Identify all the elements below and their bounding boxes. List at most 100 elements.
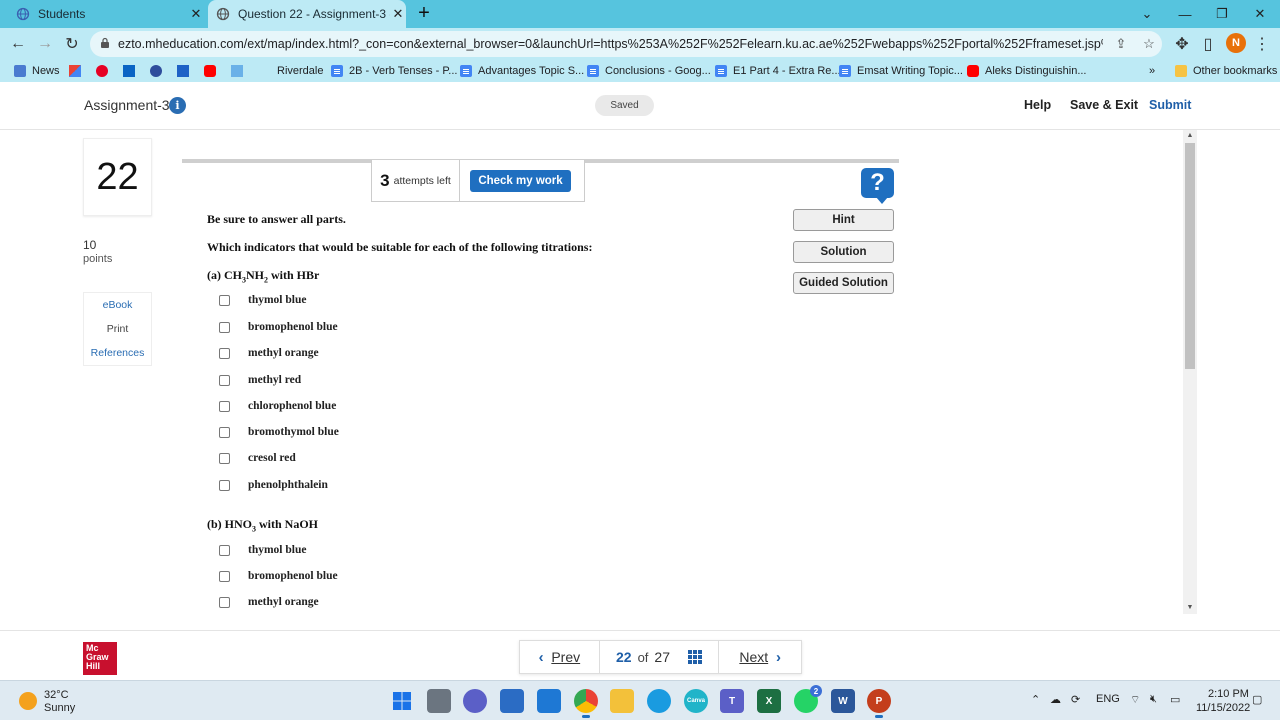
bookmark-office[interactable] [177, 63, 195, 79]
bookmark-verb-tenses[interactable]: 2B - Verb Tenses - P... [331, 63, 457, 79]
bookmark-conclusions[interactable]: Conclusions - Goog... [587, 63, 711, 79]
clock-date[interactable]: 11/15/2022 [1196, 702, 1250, 714]
checkbox[interactable] [219, 321, 230, 333]
option-a-thymol-blue[interactable]: thymol blue [219, 292, 306, 308]
checkbox[interactable] [219, 400, 230, 412]
bookmark-e1-part4[interactable]: E1 Part 4 - Extra Re... [715, 63, 841, 79]
check-my-work-button[interactable]: Check my work [470, 170, 571, 192]
references-link[interactable]: References [84, 341, 151, 365]
sun-icon[interactable] [19, 692, 37, 710]
checkbox[interactable] [219, 596, 230, 608]
chrome-icon[interactable] [574, 689, 598, 718]
window-close-icon[interactable]: ✕ [1250, 4, 1270, 24]
sync-icon[interactable]: ⟳ [1071, 693, 1080, 706]
scroll-up-arrow-icon[interactable]: ▲ [1183, 130, 1197, 142]
forward-arrow-icon[interactable]: → [35, 34, 55, 54]
bookmark-emsat[interactable]: Emsat Writing Topic... [839, 63, 963, 79]
next-button[interactable]: Next › [719, 641, 801, 673]
option-a-chlorophenol-blue[interactable]: chlorophenol blue [219, 398, 336, 414]
print-link[interactable]: Print [84, 317, 151, 341]
chat-icon[interactable] [463, 689, 487, 713]
edge-icon[interactable] [647, 689, 671, 713]
grid-icon[interactable] [688, 650, 702, 664]
clock-time[interactable]: 2:10 PM [1208, 688, 1249, 700]
extensions-puzzle-icon[interactable]: ✥ [1172, 34, 1192, 54]
bookmark-news[interactable]: News [14, 63, 60, 79]
windows-start-icon[interactable] [390, 689, 414, 713]
close-icon[interactable]: ✕ [188, 6, 204, 22]
tab-search-chevron-icon[interactable]: ⌄ [1137, 4, 1157, 24]
info-icon[interactable]: i [169, 97, 186, 114]
scroll-down-arrow-icon[interactable]: ▼ [1183, 602, 1197, 614]
help-link[interactable]: Help [1024, 98, 1051, 112]
guided-solution-button[interactable]: Guided Solution [793, 272, 894, 294]
option-a-methyl-red[interactable]: methyl red [219, 372, 301, 388]
bookmark-star-icon[interactable]: ☆ [1140, 35, 1158, 53]
canva-icon[interactable]: Canva [684, 689, 708, 713]
wifi-icon[interactable]: ⌔ [1130, 693, 1140, 707]
solution-button[interactable]: Solution [793, 241, 894, 263]
checkbox[interactable] [219, 426, 230, 438]
option-a-phenolphthalein[interactable]: phenolphthalein [219, 477, 328, 493]
share-icon[interactable]: ⇪ [1112, 35, 1130, 53]
tab-students[interactable]: Students ✕ [16, 0, 204, 28]
teams-icon[interactable]: T [720, 689, 744, 713]
task-view-icon[interactable] [427, 689, 451, 713]
checkbox[interactable] [219, 347, 230, 359]
bookmark-aleks[interactable]: Aleks Distinguishin... [967, 63, 1087, 79]
tray-chevron-up-icon[interactable]: ⌃ [1031, 693, 1040, 706]
close-icon[interactable]: ✕ [390, 6, 406, 22]
option-b-methyl-orange[interactable]: methyl orange [219, 594, 319, 610]
bookmark-youtube[interactable] [204, 63, 222, 79]
checkbox[interactable] [219, 374, 230, 386]
checkbox[interactable] [219, 544, 230, 556]
checkbox[interactable] [219, 570, 230, 582]
submit-link[interactable]: Submit [1149, 98, 1191, 112]
battery-icon[interactable]: ▭ [1170, 693, 1180, 706]
back-arrow-icon[interactable]: ← [8, 34, 28, 54]
option-b-bromophenol-blue[interactable]: bromophenol blue [219, 568, 338, 584]
onedrive-icon[interactable]: ☁ [1050, 693, 1061, 706]
minimize-icon[interactable]: — [1175, 4, 1195, 24]
option-a-bromophenol-blue[interactable]: bromophenol blue [219, 319, 338, 335]
option-a-bromothymol-blue[interactable]: bromothymol blue [219, 424, 339, 440]
notification-icon[interactable]: ▢ [1252, 693, 1262, 706]
mail-icon[interactable] [537, 689, 561, 713]
bookmark-gmail[interactable] [69, 63, 87, 79]
new-tab-plus-icon[interactable]: + [414, 3, 434, 24]
bookmark-outlook[interactable] [123, 63, 141, 79]
side-panel-icon[interactable]: ▯ [1198, 34, 1218, 54]
bookmark-advantages[interactable]: Advantages Topic S... [460, 63, 584, 79]
help-question-icon[interactable]: ? [861, 168, 894, 204]
profile-avatar[interactable]: N [1226, 33, 1246, 53]
bookmark-pinterest[interactable] [96, 63, 114, 79]
save-exit-link[interactable]: Save & Exit [1070, 98, 1138, 112]
bookmarks-overflow[interactable]: » [1149, 63, 1155, 79]
hint-button[interactable]: Hint [793, 209, 894, 231]
scrollbar-thumb[interactable] [1185, 143, 1195, 369]
other-bookmarks[interactable]: Other bookmarks [1175, 63, 1277, 79]
bookmark-riverdale[interactable]: Riverdale [277, 63, 323, 79]
maximize-icon[interactable]: ❐ [1212, 4, 1232, 24]
vertical-scrollbar[interactable]: ▲ ▼ [1183, 130, 1197, 614]
checkbox[interactable] [219, 452, 230, 464]
file-explorer-icon[interactable] [610, 689, 634, 713]
option-a-methyl-orange[interactable]: methyl orange [219, 345, 319, 361]
option-a-cresol-red[interactable]: cresol red [219, 450, 296, 466]
option-b-thymol-blue[interactable]: thymol blue [219, 542, 306, 558]
whatsapp-icon[interactable]: 2 [794, 685, 822, 713]
word-icon[interactable]: W [831, 689, 855, 713]
input-language[interactable]: ENG [1096, 693, 1120, 705]
bookmark-tumblr[interactable] [231, 63, 249, 79]
bookmark-link[interactable] [150, 63, 168, 79]
prev-button[interactable]: ‹ Prev [520, 641, 600, 673]
excel-icon[interactable]: X [757, 689, 781, 713]
mute-speaker-icon[interactable]: 🔇︎ [1150, 693, 1157, 706]
store-icon[interactable] [500, 689, 524, 713]
checkbox[interactable] [219, 294, 230, 306]
ebook-link[interactable]: eBook [84, 293, 151, 317]
address-bar[interactable]: ezto.mheducation.com/ext/map/index.html?… [90, 31, 1162, 57]
checkbox[interactable] [219, 479, 230, 491]
kebab-menu-icon[interactable]: ⋮ [1252, 34, 1272, 54]
tab-question-22[interactable]: Question 22 - Assignment-3 - Co ✕ [208, 0, 406, 28]
